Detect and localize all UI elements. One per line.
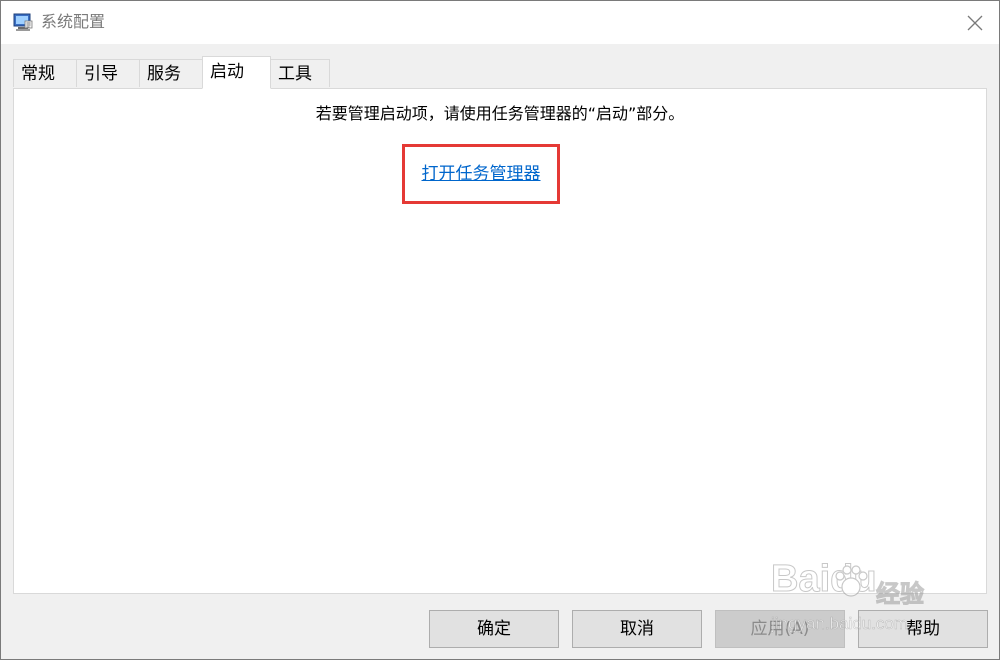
system-config-window: 系统配置 常规 引导 服务 启动 工具 若要管理启动项，请使用任务管理器的“启动… bbox=[0, 0, 1000, 660]
cancel-button[interactable]: 取消 bbox=[572, 610, 702, 648]
tab-services[interactable]: 服务 bbox=[139, 59, 203, 87]
watermark-url: jingyan.baidu.com bbox=[771, 614, 909, 634]
close-button[interactable] bbox=[951, 1, 999, 44]
ok-button[interactable]: 确定 bbox=[429, 610, 559, 648]
tab-startup[interactable]: 启动 bbox=[202, 56, 271, 89]
tab-boot[interactable]: 引导 bbox=[76, 59, 140, 87]
startup-tab-panel: 若要管理启动项，请使用任务管理器的“启动”部分。 打开任务管理器 bbox=[13, 88, 987, 594]
paw-icon bbox=[835, 565, 868, 597]
open-task-manager-link[interactable]: 打开任务管理器 bbox=[405, 163, 557, 185]
title-bar[interactable]: 系统配置 bbox=[1, 1, 999, 44]
tab-general[interactable]: 常规 bbox=[13, 59, 77, 87]
highlight-box: 打开任务管理器 bbox=[402, 144, 560, 204]
watermark-brand-cn: 经验 bbox=[876, 580, 925, 609]
startup-instruction-text: 若要管理启动项，请使用任务管理器的“启动”部分。 bbox=[315, 104, 685, 123]
msconfig-icon bbox=[13, 13, 33, 31]
window-title: 系统配置 bbox=[41, 12, 106, 31]
close-icon bbox=[967, 15, 983, 30]
tab-tools[interactable]: 工具 bbox=[270, 59, 330, 87]
baidu-watermark: Baidu 经验 jingyan.baidu.com bbox=[771, 556, 946, 656]
